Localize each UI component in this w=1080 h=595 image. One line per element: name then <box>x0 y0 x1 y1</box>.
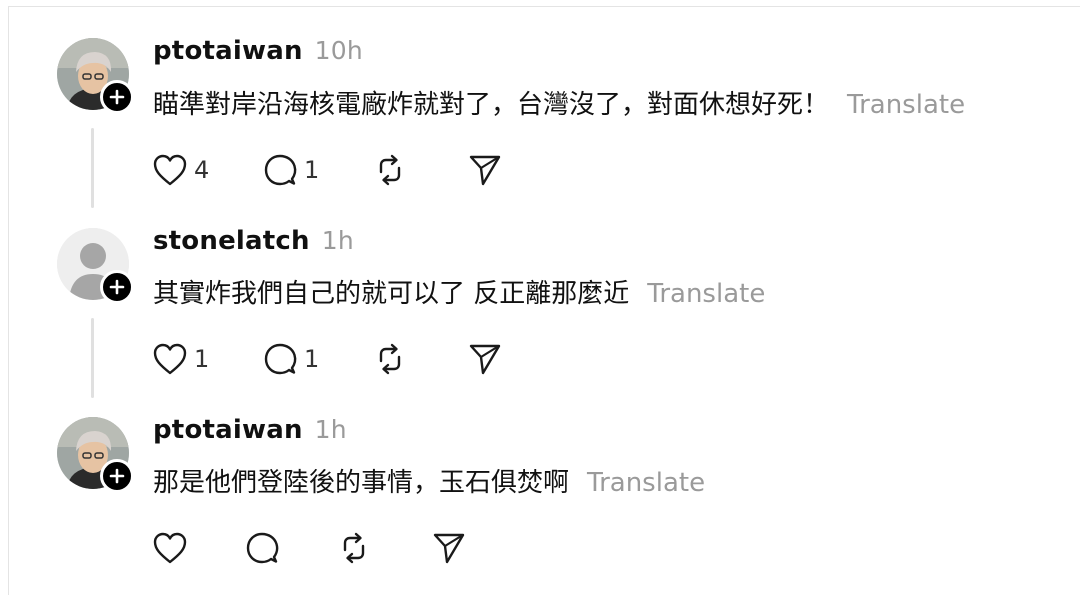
comment-icon <box>264 343 297 375</box>
comment-text: 那是他們登陸後的事情，玉石俱焚啊 <box>153 468 570 498</box>
like-button[interactable] <box>152 528 244 568</box>
action-bar <box>152 528 491 568</box>
timestamp: 10h <box>314 36 363 65</box>
repost-icon <box>379 343 401 375</box>
timestamp: 1h <box>314 415 347 444</box>
comment-text-row: 瞄準對岸沿海核電廠炸就對了，台灣沒了，對面休想好死！ Translate <box>153 84 965 121</box>
comment-icon <box>264 154 297 186</box>
comment-text-row: 其實炸我們自己的就可以了 反正離那麼近 Translate <box>153 273 765 310</box>
repost-button[interactable] <box>372 339 467 379</box>
like-count: 1 <box>194 345 210 373</box>
username[interactable]: stonelatch 1h <box>153 226 354 256</box>
username-text[interactable]: stonelatch <box>153 226 310 256</box>
comment-text-row: 那是他們登陸後的事情，玉石俱焚啊 Translate <box>153 462 705 499</box>
share-button[interactable] <box>467 150 527 190</box>
heart-icon <box>153 154 187 186</box>
username[interactable]: ptotaiwan 1h <box>153 415 347 445</box>
heart-icon <box>153 532 187 564</box>
comment-text: 瞄準對岸沿海核電廠炸就對了，台灣沒了，對面休想好死！ <box>153 90 830 120</box>
translate-link[interactable]: Translate <box>847 90 965 120</box>
username-text[interactable]: ptotaiwan <box>153 415 303 445</box>
like-count: 4 <box>194 156 210 184</box>
send-icon <box>469 155 501 186</box>
repost-button[interactable] <box>372 150 467 190</box>
send-icon <box>433 533 465 564</box>
share-button[interactable] <box>431 528 491 568</box>
repost-icon <box>343 532 365 564</box>
repost-button[interactable] <box>336 528 431 568</box>
reply-button[interactable]: 1 <box>262 339 372 379</box>
translate-link[interactable]: Translate <box>647 279 765 309</box>
action-bar: 1 1 <box>152 339 527 379</box>
timestamp: 1h <box>321 226 354 255</box>
comment-icon <box>246 532 279 564</box>
share-button[interactable] <box>467 339 527 379</box>
reply-count: 1 <box>304 156 320 184</box>
reply-count: 1 <box>304 345 320 373</box>
repost-icon <box>379 154 401 186</box>
like-button[interactable]: 4 <box>152 150 262 190</box>
follow-plus-icon[interactable] <box>100 270 134 304</box>
translate-link[interactable]: Translate <box>587 468 705 498</box>
follow-plus-icon[interactable] <box>100 459 134 493</box>
thread-line <box>91 318 94 398</box>
thread-line <box>91 128 94 208</box>
follow-plus-icon[interactable] <box>100 80 134 114</box>
action-bar: 4 1 <box>152 150 527 190</box>
send-icon <box>469 344 501 375</box>
reply-button[interactable]: 1 <box>262 150 372 190</box>
heart-icon <box>153 343 187 375</box>
like-button[interactable]: 1 <box>152 339 262 379</box>
username[interactable]: ptotaiwan 10h <box>153 36 363 66</box>
username-text[interactable]: ptotaiwan <box>153 36 303 66</box>
comment-text: 其實炸我們自己的就可以了 反正離那麼近 <box>153 279 630 309</box>
reply-button[interactable] <box>244 528 336 568</box>
